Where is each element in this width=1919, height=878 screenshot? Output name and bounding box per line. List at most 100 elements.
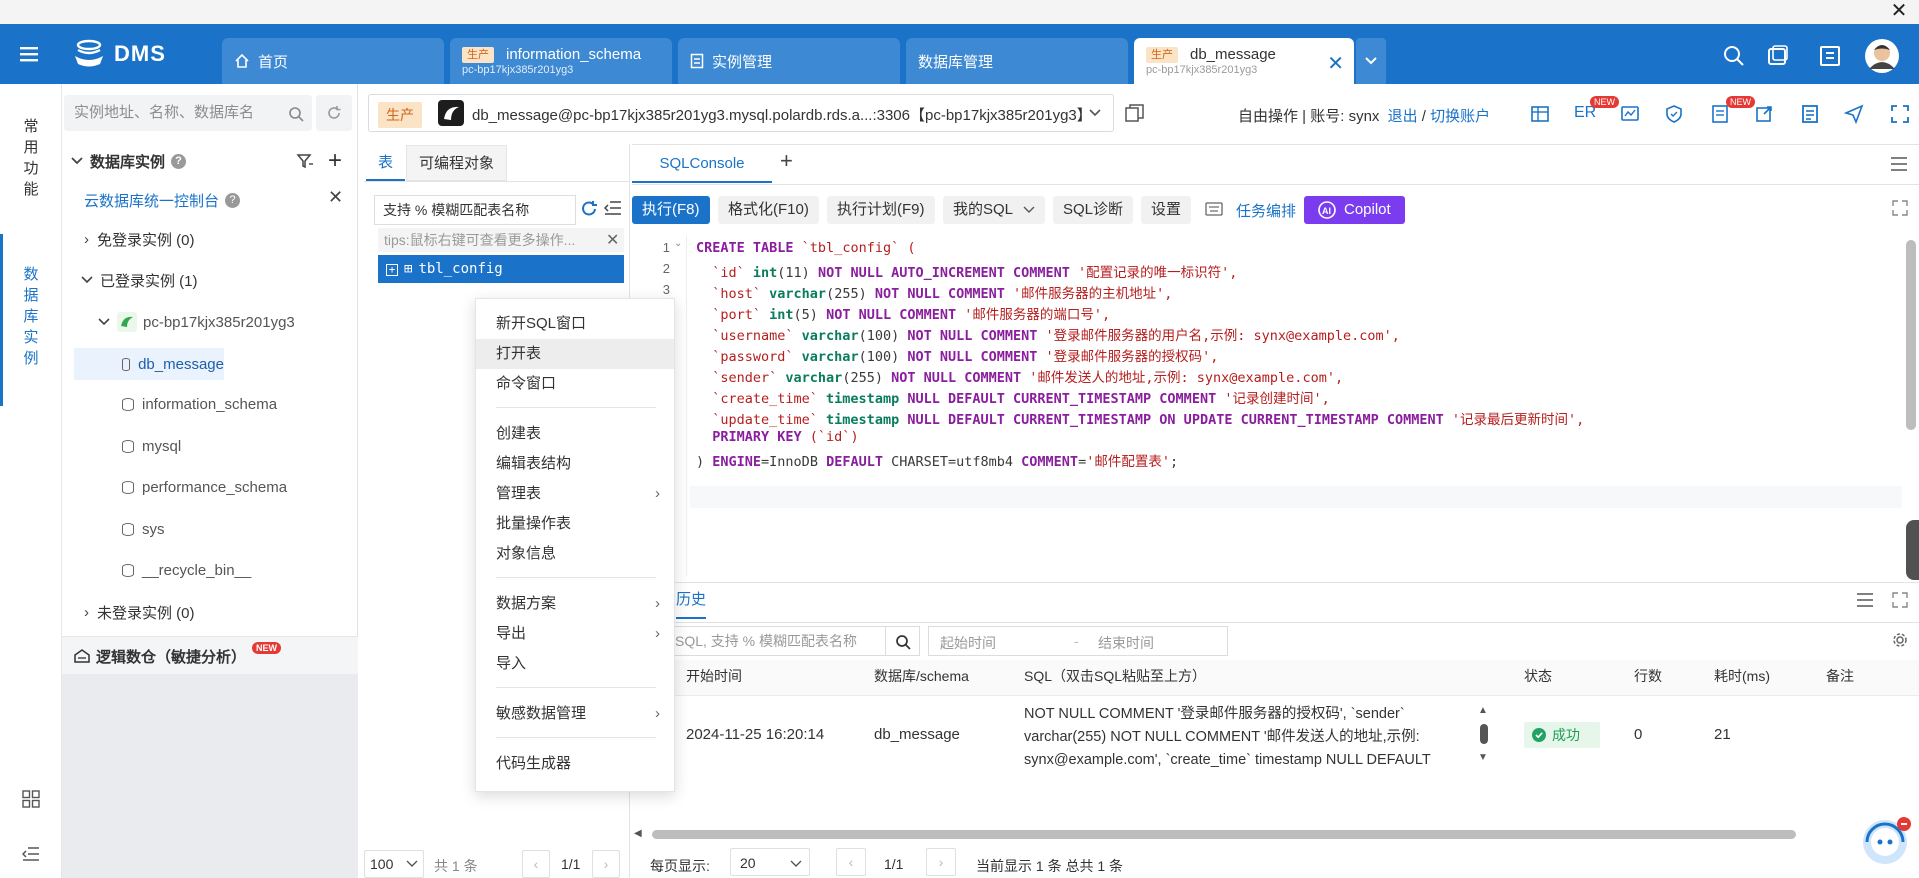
tab-sqlconsole[interactable]: SQLConsole	[632, 145, 772, 183]
tree-header-db-instances[interactable]: 数据库实例 ?	[70, 150, 187, 172]
shield-icon[interactable]	[1664, 104, 1684, 124]
monitor-icon[interactable]	[1620, 104, 1640, 124]
sql-line-11[interactable]: ) ENGINE=InnoDB DEFAULT CHARSET=utf8mb4 …	[696, 450, 1178, 470]
menu-item-new-sql-window[interactable]: 新开SQL窗口	[476, 309, 674, 339]
sql-line-3[interactable]: `host` varchar(255) NOT NULL COMMENT '邮件…	[696, 282, 1172, 302]
close-icon[interactable]: ✕	[328, 187, 343, 208]
export-icon[interactable]	[1754, 104, 1774, 124]
tab-overflow-button[interactable]	[1356, 38, 1386, 84]
menu-item-export[interactable]: 导出 ›	[476, 619, 674, 649]
scroll-left-icon[interactable]: ◀	[634, 828, 642, 839]
refresh-icon[interactable]	[580, 200, 598, 218]
ticket-icon[interactable]	[1766, 44, 1790, 68]
copilot-button[interactable]: AI Copilot	[1304, 196, 1405, 224]
tree-instance-node[interactable]: pc-bp17kjx385r201yg3	[97, 310, 295, 334]
tree-db-performance-schema[interactable]: performance_schema	[122, 476, 287, 498]
help-icon[interactable]: ?	[171, 153, 187, 169]
help-icon[interactable]: ?	[225, 192, 241, 208]
rail-common-functions[interactable]: 常用功能	[22, 116, 40, 200]
filter-icon[interactable]	[296, 152, 314, 170]
search-icon[interactable]	[288, 106, 304, 122]
table-search-input[interactable]: 支持 % 模糊匹配表名称	[374, 195, 576, 225]
format-button[interactable]: 格式化(F10)	[718, 196, 819, 224]
tab-close-icon[interactable]: ✕	[1327, 51, 1344, 76]
help-assistant-icon[interactable]	[1858, 812, 1912, 866]
copy-icon[interactable]	[1124, 102, 1146, 124]
history-sql-text[interactable]: NOT NULL COMMENT '登录邮件服务器的授权码', `sender`…	[1024, 703, 1431, 772]
sql-line-6[interactable]: `password` varchar(100) NOT NULL COMMENT…	[696, 345, 1218, 365]
logical-warehouse-section[interactable]: 逻辑数仓（敏捷分析） NEW	[74, 642, 282, 667]
menu-icon[interactable]	[1890, 156, 1908, 172]
history-search-input[interactable]: SQL, 支持 % 模糊匹配表名称	[670, 626, 886, 656]
tab-information-schema[interactable]: 生产 information_schema pc-bp17kjx385r201yg…	[450, 38, 672, 84]
tree-db-db-message[interactable]: db_message	[74, 348, 224, 380]
run-button[interactable]: 执行(F8)	[632, 196, 710, 224]
menu-item-edit-structure[interactable]: 编辑表结构	[476, 449, 674, 479]
tree-logged-instances[interactable]: 已登录实例 (1)	[80, 268, 198, 292]
sql-cell-scroll-thumb[interactable]	[1480, 724, 1488, 744]
tree-free-login-instances[interactable]: › 免登录实例 (0)	[84, 227, 195, 251]
close-tips-icon[interactable]: ✕	[606, 230, 619, 250]
next-page-button[interactable]: ›	[592, 850, 620, 878]
switch-account-link[interactable]: 切换账户	[1430, 108, 1490, 125]
tree-db-information-schema[interactable]: information_schema	[122, 393, 277, 415]
side-collapse-handle[interactable]	[1906, 520, 1919, 580]
hamburger-menu-icon[interactable]	[18, 44, 42, 64]
tab-programmable-objects[interactable]: 可编程对象	[406, 145, 508, 181]
rail-database-instances[interactable]: 数据库实例	[22, 264, 40, 369]
explain-plan-button[interactable]: 执行计划(F9)	[827, 196, 935, 224]
sql-line-10[interactable]: PRIMARY KEY (`id`)	[696, 429, 858, 445]
collapse-list-icon[interactable]	[604, 200, 622, 216]
sql-line-4[interactable]: `port` int(5) NOT NULL COMMENT '邮件服务器的端口…	[696, 303, 1110, 323]
fullscreen-icon[interactable]	[1890, 104, 1910, 124]
tree-not-logged-instances[interactable]: › 未登录实例 (0)	[84, 600, 195, 624]
menu-item-manage-table[interactable]: 管理表 ›	[476, 479, 674, 509]
menu-item-object-info[interactable]: 对象信息	[476, 539, 674, 569]
tab-db-message[interactable]: 生产 db_message pc-bp17kjx385r201yg3 ✕	[1134, 38, 1354, 84]
tab-history[interactable]: 历史	[676, 588, 707, 619]
brand-logo[interactable]: DMS	[72, 36, 166, 72]
expand-history-icon[interactable]	[1892, 592, 1908, 608]
menu-item-open-table[interactable]: 打开表	[476, 339, 674, 369]
send-icon[interactable]	[1844, 104, 1864, 124]
add-tab-button[interactable]: +	[780, 148, 793, 174]
gear-icon[interactable]	[1892, 632, 1908, 648]
keyboard-icon[interactable]	[1205, 202, 1223, 216]
tab-database-management[interactable]: 数据库管理	[906, 38, 1128, 84]
tree-db-mysql[interactable]: mysql	[122, 435, 181, 457]
instance-search-input[interactable]: 实例地址、名称、数据库名	[64, 95, 312, 131]
user-avatar[interactable]	[1864, 38, 1900, 74]
end-time-input[interactable]: 结束时间	[1098, 633, 1154, 653]
menu-item-import[interactable]: 导入	[476, 649, 674, 679]
document-icon[interactable]	[1800, 104, 1820, 124]
sql-line-7[interactable]: `sender` varchar(255) NOT NULL COMMENT '…	[696, 366, 1343, 386]
sql-diagnose-button[interactable]: SQL诊断	[1053, 196, 1134, 224]
tab-home[interactable]: 首页	[222, 38, 444, 84]
tree-refresh-button[interactable]	[316, 95, 352, 131]
add-instance-icon[interactable]: +	[328, 147, 342, 175]
menu-item-command-window[interactable]: 命令窗口	[476, 369, 674, 399]
tab-tables[interactable]: 表	[366, 145, 406, 181]
apps-grid-icon[interactable]	[22, 790, 40, 808]
prev-page-button[interactable]: ‹	[522, 850, 550, 878]
editor-scrollbar-thumb[interactable]	[1906, 240, 1916, 430]
expand-editor-icon[interactable]	[1892, 200, 1908, 216]
chevron-down-icon[interactable]	[1088, 108, 1102, 118]
start-time-input[interactable]: 起始时间	[940, 633, 996, 653]
task-orchestrate-link[interactable]: 任务编排	[1236, 200, 1296, 221]
scroll-up-icon[interactable]: ▲	[1478, 705, 1488, 716]
sql-line-9[interactable]: `update_time` timestamp NULL DEFAULT CUR…	[696, 408, 1584, 428]
window-close-button[interactable]: ✕	[1887, 0, 1911, 24]
table-icon[interactable]	[1530, 104, 1550, 124]
table-item-tbl-config[interactable]: + ⊞ tbl_config	[378, 255, 624, 283]
tab-instance-management[interactable]: 实例管理	[678, 38, 900, 84]
history-search-button[interactable]	[886, 626, 920, 656]
settings-button[interactable]: 设置	[1141, 196, 1192, 224]
logout-link[interactable]: 退出	[1388, 108, 1418, 125]
menu-item-batch-operate[interactable]: 批量操作表	[476, 509, 674, 539]
next-page-button[interactable]: ›	[926, 848, 956, 876]
collapse-sidebar-icon[interactable]	[22, 846, 40, 862]
tree-db-sys[interactable]: sys	[122, 518, 165, 540]
workorder-icon[interactable]	[1818, 44, 1842, 68]
cloud-console-link[interactable]: 云数据库统一控制台 ?	[84, 189, 241, 211]
